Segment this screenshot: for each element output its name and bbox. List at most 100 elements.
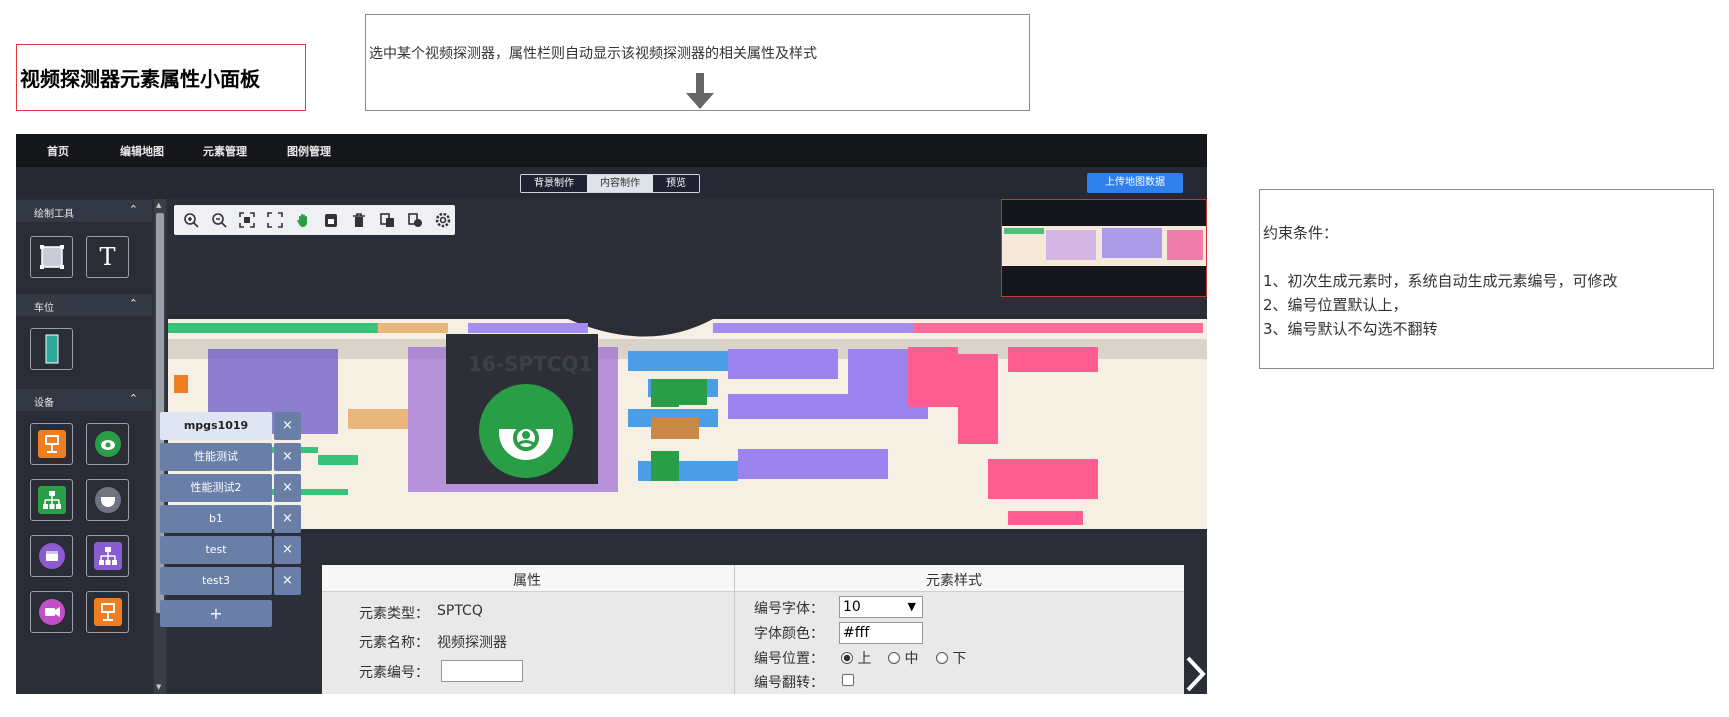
name-value: 视频探测器: [437, 635, 507, 651]
fit-view-icon[interactable]: [236, 209, 258, 231]
device-tool[interactable]: [30, 535, 73, 577]
tag-item[interactable]: test: [160, 536, 272, 564]
tag-close-icon[interactable]: ×: [274, 536, 301, 564]
chevron-up-icon: ⌃: [128, 392, 138, 405]
box-device-icon: [38, 543, 65, 569]
position-option: 上: [857, 651, 872, 667]
parking-space-icon: [45, 334, 58, 364]
mode-bar: 背景制作 内容制作 预览 上传地图数据: [16, 167, 1207, 199]
constraint-item: 1、初次生成元素时，系统自动生成元素编号，可修改: [1263, 272, 1618, 290]
position-radio-top[interactable]: 上: [841, 648, 871, 668]
radio-icon: [936, 652, 948, 664]
position-option: 下: [952, 651, 967, 667]
constraint-item: 2、编号位置默认上，: [1263, 296, 1408, 314]
sidebar-section-draw-tools[interactable]: 绘制工具 ⌃: [16, 200, 152, 222]
chevron-up-icon: ⌃: [128, 297, 138, 310]
minimap-thumbnail: [1002, 226, 1206, 296]
section-label: 设备: [34, 398, 54, 409]
network-icon: [37, 486, 66, 514]
video-camera-icon: [38, 599, 65, 625]
parking-space-tool[interactable]: [30, 328, 73, 370]
device-tool[interactable]: [30, 423, 73, 465]
sidebar-section-parking[interactable]: 车位 ⌃: [16, 294, 152, 316]
device-tool[interactable]: [30, 479, 73, 521]
name-label: 元素名称：: [359, 635, 429, 651]
tag-close-icon[interactable]: ×: [274, 474, 301, 502]
zoom-out-icon[interactable]: [208, 209, 230, 231]
chevron-up-icon: ⌃: [128, 203, 138, 216]
dropdown-arrow-icon: ▼: [907, 600, 916, 613]
rect-tool[interactable]: [30, 236, 73, 278]
mode-content[interactable]: 内容制作: [587, 175, 653, 192]
tab-attributes[interactable]: 属性: [513, 570, 541, 590]
flip-label: 编号翻转：: [754, 675, 824, 691]
panel-divider: [734, 565, 735, 694]
copy-icon[interactable]: [376, 209, 398, 231]
fullscreen-icon[interactable]: [264, 209, 286, 231]
tag-item[interactable]: 性能测试: [160, 443, 272, 471]
text-tool[interactable]: T: [86, 236, 129, 278]
selected-camera-element[interactable]: 16-SPTCQ1: [446, 334, 598, 484]
nav-edit-map[interactable]: 编辑地图: [120, 143, 164, 159]
tag-close-icon[interactable]: ×: [274, 567, 301, 595]
chevron-right-icon[interactable]: [1183, 655, 1209, 693]
screenshot: 视频探测器元素属性小面板 选中某个视频探测器，属性栏则自动显示该视频探测器的相关…: [0, 0, 1729, 717]
element-code-input[interactable]: [441, 660, 523, 682]
tag-close-icon[interactable]: ×: [274, 505, 301, 533]
upload-map-button[interactable]: 上传地图数据: [1087, 173, 1183, 193]
nav-home[interactable]: 首页: [47, 143, 69, 159]
nav-legend-manage[interactable]: 图例管理: [287, 143, 331, 159]
hand-icon[interactable]: [292, 209, 314, 231]
position-radio-bottom[interactable]: 下: [936, 648, 966, 668]
position-radio-middle[interactable]: 中: [888, 648, 918, 668]
tag-item[interactable]: b1: [160, 505, 272, 533]
device-tool[interactable]: [86, 591, 129, 633]
lock-icon[interactable]: [320, 209, 342, 231]
type-value: SPTCQ: [437, 603, 483, 619]
page-title: 视频探测器元素属性小面板: [20, 67, 260, 91]
paste-icon[interactable]: [404, 209, 426, 231]
mode-switch: 背景制作 内容制作 预览: [520, 174, 700, 193]
flip-checkbox[interactable]: [842, 674, 854, 686]
device-tool[interactable]: [86, 479, 129, 521]
section-label: 绘制工具: [34, 209, 74, 220]
tag-close-icon[interactable]: ×: [274, 412, 301, 440]
text-icon: T: [99, 243, 116, 271]
network-purple-icon: [93, 542, 122, 570]
code-position-label: 编号位置：: [754, 651, 824, 667]
mode-background[interactable]: 背景制作: [521, 175, 587, 192]
zoom-in-icon[interactable]: [180, 209, 202, 231]
tab-element-style[interactable]: 元素样式: [926, 570, 982, 590]
camera-detector-icon: [94, 431, 121, 457]
tag-close-icon[interactable]: ×: [274, 443, 301, 471]
radio-icon: [888, 652, 900, 664]
device-tool[interactable]: [86, 423, 129, 465]
sidebar: 绘制工具 ⌃ T 车位 ⌃ 设备 ⌃: [16, 199, 152, 694]
add-tag-button[interactable]: +: [160, 600, 272, 627]
device-tool[interactable]: [30, 591, 73, 633]
dome-camera-icon: [94, 487, 121, 513]
parking-guide-icon: [93, 598, 122, 626]
trash-icon[interactable]: [348, 209, 370, 231]
parking-guide-icon: [37, 430, 66, 458]
device-tool[interactable]: [86, 535, 129, 577]
section-label: 车位: [34, 303, 54, 314]
tag-list: mpgs1019 × 性能测试 × 性能测试2 × b1 × test × te…: [160, 412, 310, 694]
nav-element-manage[interactable]: 元素管理: [203, 143, 247, 159]
sidebar-section-devices[interactable]: 设备 ⌃: [16, 389, 152, 411]
font-size-select[interactable]: 10 ▼: [839, 596, 923, 618]
constraint-item: 3、编号默认不勾选不翻转: [1263, 320, 1438, 338]
properties-panel: 属性 元素样式 元素类型： SPTCQ 元素名称： 视频探测器 元素编号： 编号…: [322, 565, 1184, 694]
tag-item[interactable]: test3: [160, 567, 272, 595]
font-color-input[interactable]: #fff: [839, 622, 923, 644]
annotation-note-top: 选中某个视频探测器，属性栏则自动显示该视频探测器的相关属性及样式: [365, 14, 1030, 111]
tag-item[interactable]: 性能测试2: [160, 474, 272, 502]
settings-icon[interactable]: [432, 209, 454, 231]
scroll-up-icon[interactable]: ▲: [156, 201, 161, 209]
position-option: 中: [904, 651, 919, 667]
tag-item[interactable]: mpgs1019: [160, 412, 272, 440]
code-label: 元素编号：: [359, 665, 429, 681]
camera-detector-icon: [479, 384, 573, 478]
mode-preview[interactable]: 预览: [653, 175, 699, 192]
minimap[interactable]: [1001, 199, 1207, 297]
